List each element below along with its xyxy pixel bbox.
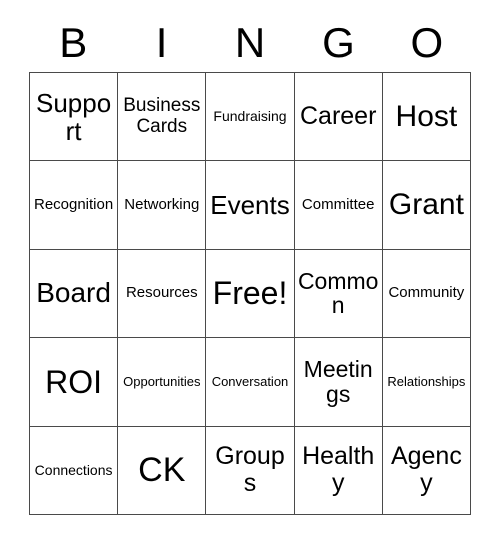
bingo-card: B I N G O Support Business Cards Fundrai… bbox=[0, 0, 500, 544]
bingo-cell-o1[interactable]: Host bbox=[382, 73, 471, 162]
bingo-cell-free-space[interactable]: Free! bbox=[206, 249, 295, 339]
bingo-free-space-label: Free! bbox=[212, 275, 288, 312]
bingo-cell-label: Fundraising bbox=[213, 108, 287, 125]
bingo-cell-b2[interactable]: Recognition bbox=[30, 161, 119, 250]
bingo-cell-g2[interactable]: Committee bbox=[294, 161, 383, 250]
bingo-header: B I N G O bbox=[29, 14, 471, 72]
bingo-cell-label: Relationships bbox=[387, 373, 466, 389]
bingo-cell-label: Connections bbox=[34, 461, 113, 478]
bingo-header-letter-b: B bbox=[59, 19, 88, 66]
bingo-grid: Support Business Cards Fundraising Caree… bbox=[29, 72, 471, 515]
bingo-cell-label: Board bbox=[36, 277, 111, 309]
bingo-header-letter-i: I bbox=[155, 19, 168, 66]
bingo-cell-n1[interactable]: Fundraising bbox=[206, 73, 295, 162]
bingo-cell-label: Agency bbox=[390, 442, 462, 498]
bingo-cell-label: Meetings bbox=[303, 356, 373, 407]
bingo-cell-b4[interactable]: ROI bbox=[30, 338, 119, 427]
bingo-cell-label: Career bbox=[299, 102, 377, 131]
bingo-cell-g3[interactable]: Common bbox=[294, 249, 383, 339]
bingo-cell-label: Recognition bbox=[33, 196, 114, 213]
bingo-cell-o3[interactable]: Community bbox=[382, 249, 471, 339]
bingo-header-letter-n: N bbox=[234, 19, 266, 66]
bingo-cell-label: Events bbox=[210, 190, 290, 221]
bingo-cell-n2[interactable]: Events bbox=[206, 161, 295, 250]
bingo-cell-i4[interactable]: Opportunities bbox=[118, 338, 207, 427]
bingo-cell-label: Host bbox=[395, 99, 458, 133]
bingo-cell-b5[interactable]: Connections bbox=[30, 426, 119, 515]
bingo-cell-label: Community bbox=[388, 284, 465, 302]
bingo-cell-b1[interactable]: Support bbox=[30, 73, 119, 162]
bingo-cell-label: Business Cards bbox=[123, 95, 201, 137]
bingo-cell-i3[interactable]: Resources bbox=[118, 249, 207, 339]
bingo-header-letter-o: O bbox=[410, 19, 444, 66]
bingo-cell-i1[interactable]: Business Cards bbox=[118, 73, 207, 162]
bingo-cell-label: Conversation bbox=[211, 373, 289, 389]
bingo-cell-n5[interactable]: Groups bbox=[206, 426, 295, 515]
bingo-cell-o5[interactable]: Agency bbox=[382, 426, 471, 515]
bingo-cell-label: CK bbox=[138, 450, 186, 489]
bingo-cell-n4[interactable]: Conversation bbox=[206, 338, 295, 427]
bingo-cell-b3[interactable]: Board bbox=[30, 249, 119, 339]
bingo-cell-label: Grant bbox=[388, 187, 464, 221]
bingo-cell-o4[interactable]: Relationships bbox=[382, 338, 471, 427]
bingo-cell-label: Common bbox=[297, 267, 379, 319]
bingo-cell-label: Healthy bbox=[302, 442, 375, 498]
bingo-cell-i2[interactable]: Networking bbox=[118, 161, 207, 250]
bingo-cell-label: Groups bbox=[215, 442, 285, 498]
bingo-header-letter-g: G bbox=[322, 19, 355, 66]
bingo-cell-g5[interactable]: Healthy bbox=[294, 426, 383, 515]
bingo-cell-label: Networking bbox=[124, 196, 200, 213]
bingo-cell-label: Resources bbox=[125, 284, 198, 302]
bingo-cell-label: Committee bbox=[301, 196, 375, 213]
bingo-cell-g4[interactable]: Meetings bbox=[294, 338, 383, 427]
bingo-cell-i5[interactable]: CK bbox=[118, 426, 207, 515]
bingo-cell-g1[interactable]: Career bbox=[294, 73, 383, 162]
bingo-cell-label: Support bbox=[36, 87, 112, 146]
bingo-cell-label: Opportunities bbox=[123, 373, 201, 389]
bingo-cell-label: ROI bbox=[45, 363, 103, 400]
bingo-cell-o2[interactable]: Grant bbox=[382, 161, 471, 250]
